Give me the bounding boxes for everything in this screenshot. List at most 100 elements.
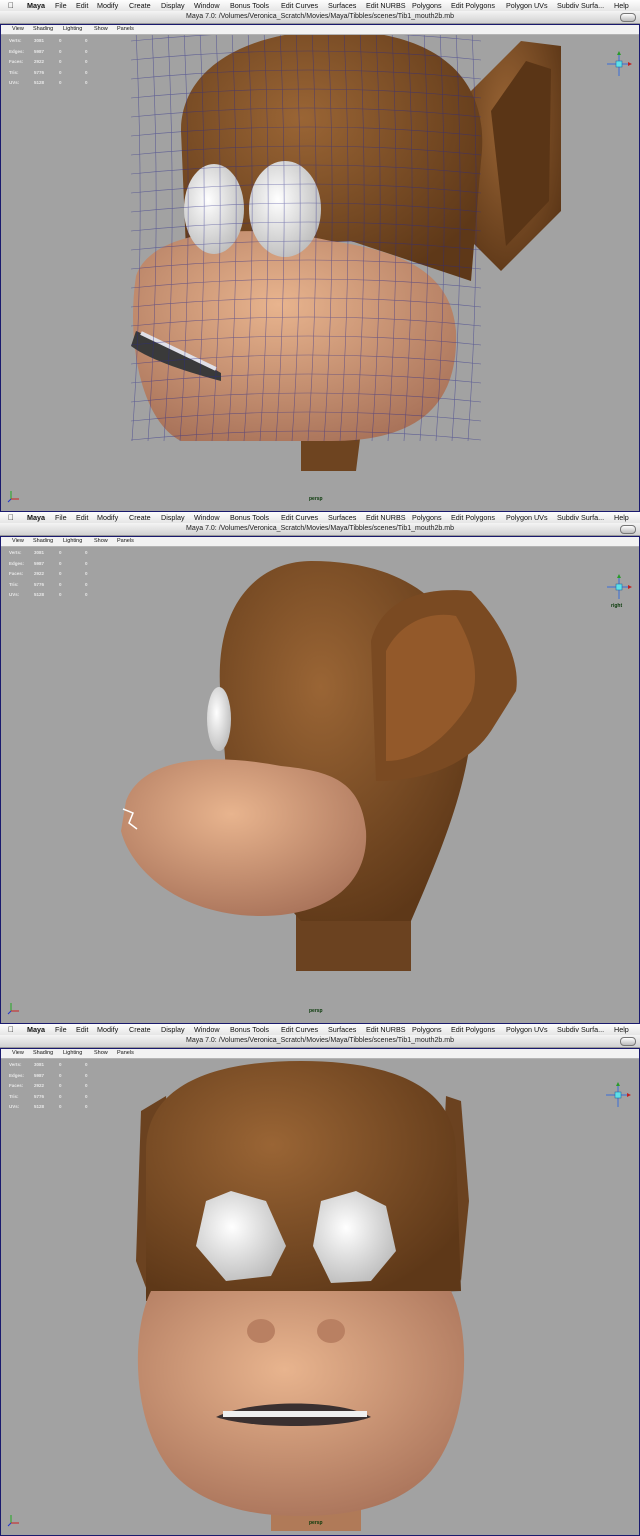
panel-menu-item[interactable]: View	[12, 25, 24, 34]
menu-item[interactable]: Edit Polygons	[451, 1024, 495, 1035]
window-title: Maya 7.0: /Volumes/Veronica_Scratch/Movi…	[0, 1035, 640, 1048]
menu-item[interactable]: Polygon UVs	[506, 1024, 548, 1035]
menu-item[interactable]: Help	[614, 0, 629, 11]
panel-menu-item[interactable]: Lighting	[63, 25, 82, 34]
menu-item[interactable]: Surfaces	[328, 512, 356, 523]
hud-value: 0	[85, 1093, 88, 1099]
view-cube-icon[interactable]	[605, 573, 633, 601]
menu-item[interactable]: Create	[129, 512, 151, 523]
menu-item[interactable]: Edit Curves	[281, 512, 318, 523]
hud-value: 0	[59, 59, 62, 64]
menu-item[interactable]: Create	[129, 1024, 151, 1035]
window-zoom-button[interactable]	[620, 1037, 636, 1046]
panel-menu-item[interactable]: Show	[94, 25, 108, 34]
panel-menu-item[interactable]: Panels	[117, 1049, 134, 1058]
hud-value: 0	[59, 592, 62, 597]
menu-item[interactable]: Polygons	[412, 512, 442, 523]
menu-item[interactable]: Window	[194, 1024, 220, 1035]
menu-item[interactable]: Polygons	[412, 0, 442, 11]
menu-item[interactable]: Display	[161, 1024, 185, 1035]
menu-item[interactable]: Modify	[97, 1024, 118, 1035]
hud-value: 0	[85, 550, 88, 555]
menu-item[interactable]: Modify	[97, 0, 118, 11]
menu-item[interactable]: Create	[129, 0, 151, 11]
hud-label: Faces:	[9, 571, 24, 576]
menu-item[interactable]: Edit NURBS	[366, 0, 406, 11]
menu-item[interactable]: Bonus Tools	[230, 0, 269, 11]
apple-icon[interactable]: 	[8, 0, 14, 11]
menu-item[interactable]: Polygon UVs	[506, 0, 548, 11]
menu-item[interactable]: Modify	[97, 512, 118, 523]
hud-label: UVs:	[9, 80, 20, 85]
panel-menu-item[interactable]: Show	[94, 537, 108, 546]
menu-item[interactable]: Surfaces	[328, 0, 356, 11]
panel-menu-item[interactable]: Lighting	[63, 537, 82, 546]
hud-value: 5776	[34, 69, 45, 75]
menu-item[interactable]: Bonus Tools	[230, 512, 269, 523]
hud-value: 0	[59, 80, 62, 85]
menu-item[interactable]: File	[55, 0, 67, 11]
menu-item[interactable]: Bonus Tools	[230, 1024, 269, 1035]
apple-icon[interactable]: 	[8, 512, 14, 523]
menu-item[interactable]: File	[55, 1024, 67, 1035]
panel-menu-item[interactable]: Shading	[33, 25, 53, 34]
menu-item[interactable]: Help	[614, 512, 629, 523]
panel-menu-item[interactable]: Show	[94, 1049, 108, 1058]
menu-item[interactable]: Subdiv Surfa...	[557, 1024, 604, 1035]
hud-value: 0	[85, 592, 88, 597]
menu-item[interactable]: Polygon UVs	[506, 512, 548, 523]
hud-value: 5128	[34, 80, 45, 85]
panel-menu-bar: View Shading Lighting Show Panels	[1, 1049, 639, 1059]
menu-item[interactable]: Edit Polygons	[451, 0, 495, 11]
panel-menu-bar: View Shading Lighting Show Panels	[1, 537, 639, 547]
window-zoom-button[interactable]	[620, 13, 636, 22]
hud-value: 2922	[34, 59, 45, 64]
menu-item[interactable]: Edit	[76, 0, 88, 11]
menu-item[interactable]: Surfaces	[328, 1024, 356, 1035]
hud-label: Verts:	[9, 1062, 22, 1067]
view-cube-icon[interactable]	[604, 1081, 632, 1109]
panel-menu-item[interactable]: Lighting	[63, 1049, 82, 1058]
panel-menu-item[interactable]: View	[12, 1049, 24, 1058]
viewport[interactable]: Verts: 3081 0 0 Edges: 5987 0 0 Faces: 2922 0 0 Tris…	[1, 1059, 639, 1535]
window-zoom-button[interactable]	[620, 525, 636, 534]
menu-item[interactable]: Polygons	[412, 1024, 442, 1035]
viewport[interactable]: Verts: 3081 0 0 Edges: 5987 0 0 Faces: 2922 0 0 Tris…	[1, 35, 639, 511]
menu-app-maya[interactable]: Maya	[27, 0, 45, 11]
menu-item[interactable]: Window	[194, 0, 220, 11]
hud-value: 0	[85, 69, 88, 75]
panel-menu-item[interactable]: Panels	[117, 537, 134, 546]
hud-value: 2922	[34, 571, 45, 576]
hud-value: 0	[59, 550, 62, 555]
view-cube-icon[interactable]	[605, 50, 633, 78]
face	[137, 1291, 465, 1516]
menu-item[interactable]: Display	[161, 0, 185, 11]
menu-item[interactable]: Help	[614, 1024, 629, 1035]
panel-menu-item[interactable]: Panels	[117, 25, 134, 34]
panel-menu-item[interactable]: Shading	[33, 537, 53, 546]
viewport[interactable]: Verts: 3081 0 0 Edges: 5987 0 0 Faces: 2922 0 0 Tris…	[1, 547, 639, 1023]
menu-app-maya[interactable]: Maya	[27, 512, 45, 523]
menu-item[interactable]: Edit	[76, 1024, 88, 1035]
menu-item[interactable]: Edit Polygons	[451, 512, 495, 523]
hud-value: 0	[59, 1093, 62, 1099]
menu-item[interactable]: Window	[194, 512, 220, 523]
menu-item[interactable]: Edit NURBS	[366, 512, 406, 523]
menu-item[interactable]: Edit Curves	[281, 0, 318, 11]
menu-app-maya[interactable]: Maya	[27, 1024, 45, 1035]
menu-item[interactable]: Edit	[76, 512, 88, 523]
hud-label: Tris:	[9, 581, 19, 587]
menu-item[interactable]: Display	[161, 512, 185, 523]
panel-menu-item[interactable]: View	[12, 537, 24, 546]
menu-item[interactable]: File	[55, 512, 67, 523]
menu-item[interactable]: Subdiv Surfa...	[557, 512, 604, 523]
hud-value: 0	[85, 560, 88, 566]
menu-item[interactable]: Edit Curves	[281, 1024, 318, 1035]
hud-label: Faces:	[9, 59, 24, 64]
menu-item[interactable]: Edit NURBS	[366, 1024, 406, 1035]
apple-icon[interactable]: 	[8, 1024, 14, 1035]
right-nostril	[317, 1319, 345, 1343]
panel-menu-item[interactable]: Shading	[33, 1049, 53, 1058]
menu-item[interactable]: Subdiv Surfa...	[557, 0, 604, 11]
hud-value: 0	[85, 1104, 88, 1109]
